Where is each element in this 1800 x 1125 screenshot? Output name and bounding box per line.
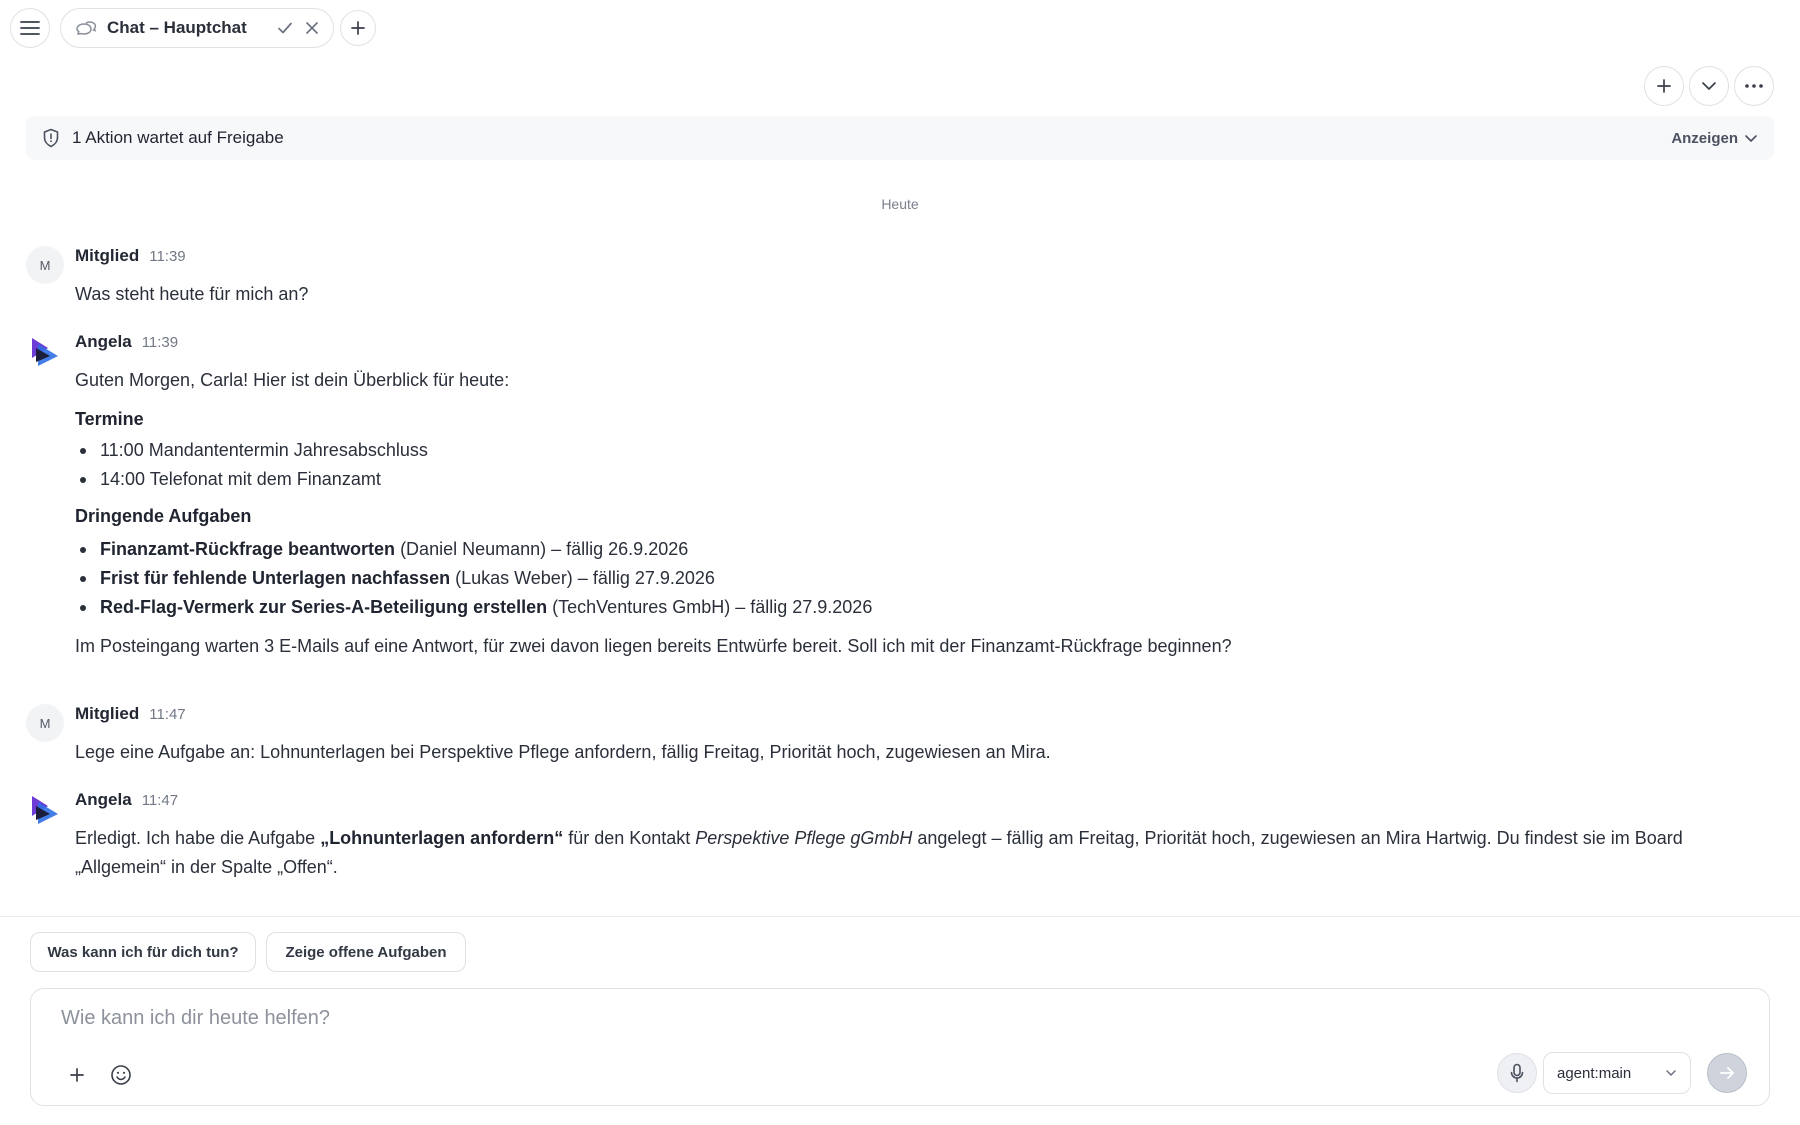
task-name: „Lohnunterlagen anfordern“ bbox=[320, 828, 564, 848]
message-assistant-2: Angela 11:47 Erledigt. Ich habe die Aufg… bbox=[26, 790, 1766, 890]
task-detail: (Daniel Neumann) – fällig 26.9.2026 bbox=[400, 539, 689, 559]
check-icon bbox=[278, 22, 292, 34]
chevron-down-icon bbox=[1745, 134, 1757, 142]
angela-logo-icon bbox=[32, 796, 58, 824]
message-user-1: M Mitglied 11:39 Was steht heute für mic… bbox=[26, 246, 1766, 310]
suggestion-chip[interactable]: Zeige offene Aufgaben bbox=[266, 932, 466, 972]
message-text: Was steht heute für mich an? bbox=[75, 284, 309, 304]
close-icon bbox=[306, 22, 318, 34]
plus-icon bbox=[70, 1068, 84, 1082]
message-input[interactable] bbox=[61, 1007, 1661, 1030]
emoji-button[interactable] bbox=[105, 1059, 137, 1091]
message-text: Lege eine Aufgabe an: Lohnunterlagen bei… bbox=[75, 742, 1051, 762]
chevron-down-icon bbox=[1702, 82, 1716, 90]
day-separator: Heute bbox=[881, 196, 919, 212]
show-approvals-label: Anzeigen bbox=[1671, 129, 1738, 147]
task-detail: (TechVentures GmbH) – fällig 27.9.2026 bbox=[552, 597, 873, 617]
message-time: 11:47 bbox=[141, 792, 179, 809]
menu-button[interactable] bbox=[10, 8, 50, 48]
message-author: Mitglied bbox=[75, 246, 140, 265]
composer: agent:main bbox=[30, 988, 1770, 1106]
list-item: Red-Flag-Vermerk zur Series-A-Beteiligun… bbox=[75, 593, 1765, 622]
tasks-list: Finanzamt-Rückfrage beantworten (Daniel … bbox=[75, 535, 1765, 622]
message-content: Guten Morgen, Carla! Hier ist dein Überb… bbox=[75, 366, 1765, 661]
task-title: Red-Flag-Vermerk zur Series-A-Beteiligun… bbox=[100, 597, 548, 617]
message-time: 11:39 bbox=[141, 334, 179, 351]
tab-bar: Chat – Hauptchat bbox=[0, 0, 1800, 54]
collapse-button[interactable] bbox=[1689, 66, 1729, 106]
shield-icon bbox=[43, 128, 59, 148]
more-options-button[interactable] bbox=[1734, 66, 1774, 106]
contact-name: Perspektive Pflege gGmbH bbox=[695, 828, 913, 848]
message-text: Erledigt. Ich habe die Aufgabe „Lohnunte… bbox=[75, 824, 1765, 882]
new-chat-button[interactable] bbox=[1644, 66, 1684, 106]
list-item: 11:00 Mandantentermin Jahresabschluss bbox=[75, 436, 1765, 465]
arrow-right-icon bbox=[1720, 1067, 1734, 1079]
message-header: Angela 11:47 bbox=[75, 790, 178, 810]
suggestion-chip[interactable]: Was kann ich für dich tun? bbox=[30, 932, 256, 972]
avatar: M bbox=[26, 704, 64, 742]
section-title-aufgaben: Dringende Aufgaben bbox=[75, 506, 252, 526]
show-approvals-button[interactable]: Anzeigen bbox=[1671, 130, 1758, 147]
list-item: Frist für fehlende Unterlagen nachfassen… bbox=[75, 564, 1765, 593]
microphone-icon bbox=[1510, 1063, 1524, 1083]
tab-chat-hauptchat[interactable]: Chat – Hauptchat bbox=[60, 8, 334, 48]
text-part: für den Kontakt bbox=[563, 828, 696, 848]
divider bbox=[0, 916, 1800, 917]
message-time: 11:39 bbox=[149, 248, 186, 265]
message-outro: Im Posteingang warten 3 E-Mails auf eine… bbox=[75, 636, 1232, 656]
agent-select-value: agent:main bbox=[1557, 1064, 1632, 1082]
task-title: Frist für fehlende Unterlagen nachfassen bbox=[100, 568, 451, 588]
plus-icon bbox=[1657, 79, 1671, 93]
angela-logo-icon bbox=[32, 338, 58, 366]
message-header: Angela 11:39 bbox=[75, 332, 178, 352]
avatar: M bbox=[26, 246, 64, 284]
chevron-down-icon bbox=[1666, 1070, 1676, 1076]
message-header: Mitglied 11:39 bbox=[75, 246, 186, 266]
message-header: Mitglied 11:47 bbox=[75, 704, 186, 724]
agent-select[interactable]: agent:main bbox=[1543, 1052, 1691, 1094]
message-intro: Guten Morgen, Carla! Hier ist dein Überb… bbox=[75, 370, 510, 390]
chat-bubbles-icon bbox=[76, 21, 97, 35]
send-button[interactable] bbox=[1707, 1053, 1747, 1093]
ellipsis-icon bbox=[1745, 84, 1763, 88]
tab-close-button[interactable] bbox=[305, 21, 319, 35]
emoji-icon bbox=[111, 1065, 131, 1085]
text-part: Erledigt. Ich habe die Aufgabe bbox=[75, 828, 321, 848]
approval-banner-text: 1 Aktion wartet auf Freigabe bbox=[72, 128, 284, 147]
tab-confirm-button[interactable] bbox=[277, 21, 293, 35]
message-assistant-1: Angela 11:39 Guten Morgen, Carla! Hier i… bbox=[26, 332, 1766, 682]
appointments-list: 11:00 Mandantentermin Jahresabschluss 14… bbox=[75, 436, 1765, 494]
attach-button[interactable] bbox=[61, 1059, 93, 1091]
message-time: 11:47 bbox=[149, 706, 186, 723]
message-author: Angela bbox=[75, 332, 132, 351]
message-user-2: M Mitglied 11:47 Lege eine Aufgabe an: L… bbox=[26, 704, 1766, 768]
task-detail: (Lukas Weber) – fällig 27.9.2026 bbox=[455, 568, 715, 588]
microphone-button[interactable] bbox=[1497, 1053, 1537, 1093]
section-title-termine: Termine bbox=[75, 409, 144, 429]
list-item: 14:00 Telefonat mit dem Finanzamt bbox=[75, 465, 1765, 494]
list-item: Finanzamt-Rückfrage beantworten (Daniel … bbox=[75, 535, 1765, 564]
new-tab-button[interactable] bbox=[340, 10, 376, 46]
plus-icon bbox=[351, 21, 365, 35]
message-author: Angela bbox=[75, 790, 132, 809]
hamburger-icon bbox=[20, 21, 40, 35]
approval-banner: 1 Aktion wartet auf Freigabe Anzeigen bbox=[26, 116, 1774, 160]
tab-title: Chat – Hauptchat bbox=[107, 18, 247, 37]
message-author: Mitglied bbox=[75, 704, 140, 723]
task-title: Finanzamt-Rückfrage beantworten bbox=[100, 539, 396, 559]
